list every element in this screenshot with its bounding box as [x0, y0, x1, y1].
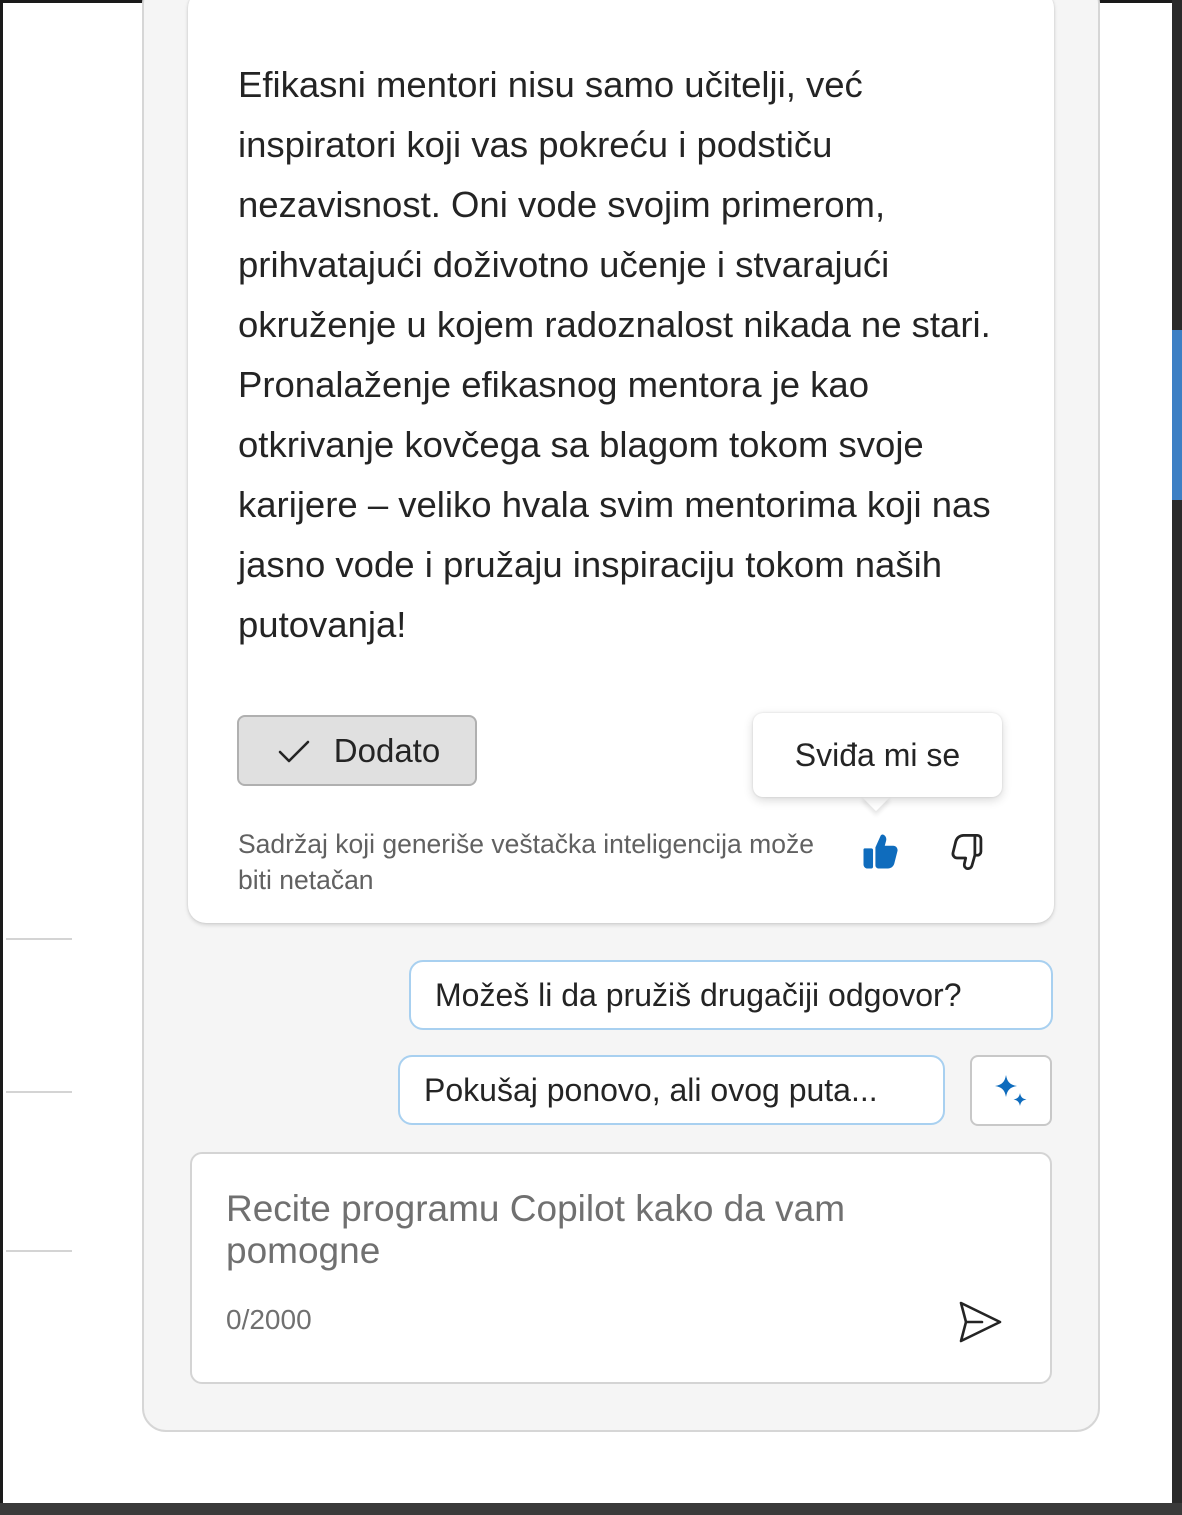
background-app-bottom-edge — [0, 1503, 1182, 1515]
character-counter: 0/2000 — [226, 1304, 312, 1335]
chat-composer[interactable]: Recite programu Copilot kako da vam pomo… — [190, 1152, 1052, 1384]
suggestion-chip[interactable]: Možeš li da pružiš drugačiji odgovor? — [409, 960, 1053, 1030]
prompt-input[interactable]: Recite programu Copilot kako da vam pomo… — [226, 1188, 986, 1272]
thumbs-up-filled-icon — [863, 834, 898, 869]
send-button[interactable] — [950, 1292, 1010, 1352]
background-app-accent — [1172, 330, 1182, 500]
send-icon — [959, 1301, 1002, 1343]
ai-disclaimer: Sadržaj koji generiše veštačka inteligen… — [238, 829, 814, 895]
suggestion-label: Možeš li da pružiš drugačiji odgovor? — [435, 976, 962, 1013]
sparkle-icon — [995, 1074, 1027, 1106]
thumbs-down-icon — [951, 833, 983, 871]
suggestion-chip[interactable]: Pokušaj ponovo, ali ovog puta... — [398, 1055, 945, 1125]
like-button[interactable] — [856, 828, 904, 876]
added-button-label: Dodato — [333, 731, 441, 769]
prompt-suggestions-button[interactable] — [970, 1055, 1052, 1126]
background-app-edge — [1172, 0, 1182, 1515]
like-tooltip-label: Sviđa mi se — [794, 736, 961, 773]
background-divider — [6, 1091, 72, 1093]
like-tooltip: Sviđa mi se — [753, 713, 1002, 797]
checkmark-icon — [278, 740, 310, 762]
dislike-button[interactable] — [945, 828, 993, 876]
response-text: Efikasni mentori nisu samo učitelji, već… — [238, 64, 991, 645]
suggestion-label: Pokušaj ponovo, ali ovog puta... — [424, 1071, 878, 1108]
background-divider — [6, 938, 72, 940]
background-divider — [6, 1250, 72, 1252]
added-button[interactable]: Dodato — [237, 715, 477, 786]
